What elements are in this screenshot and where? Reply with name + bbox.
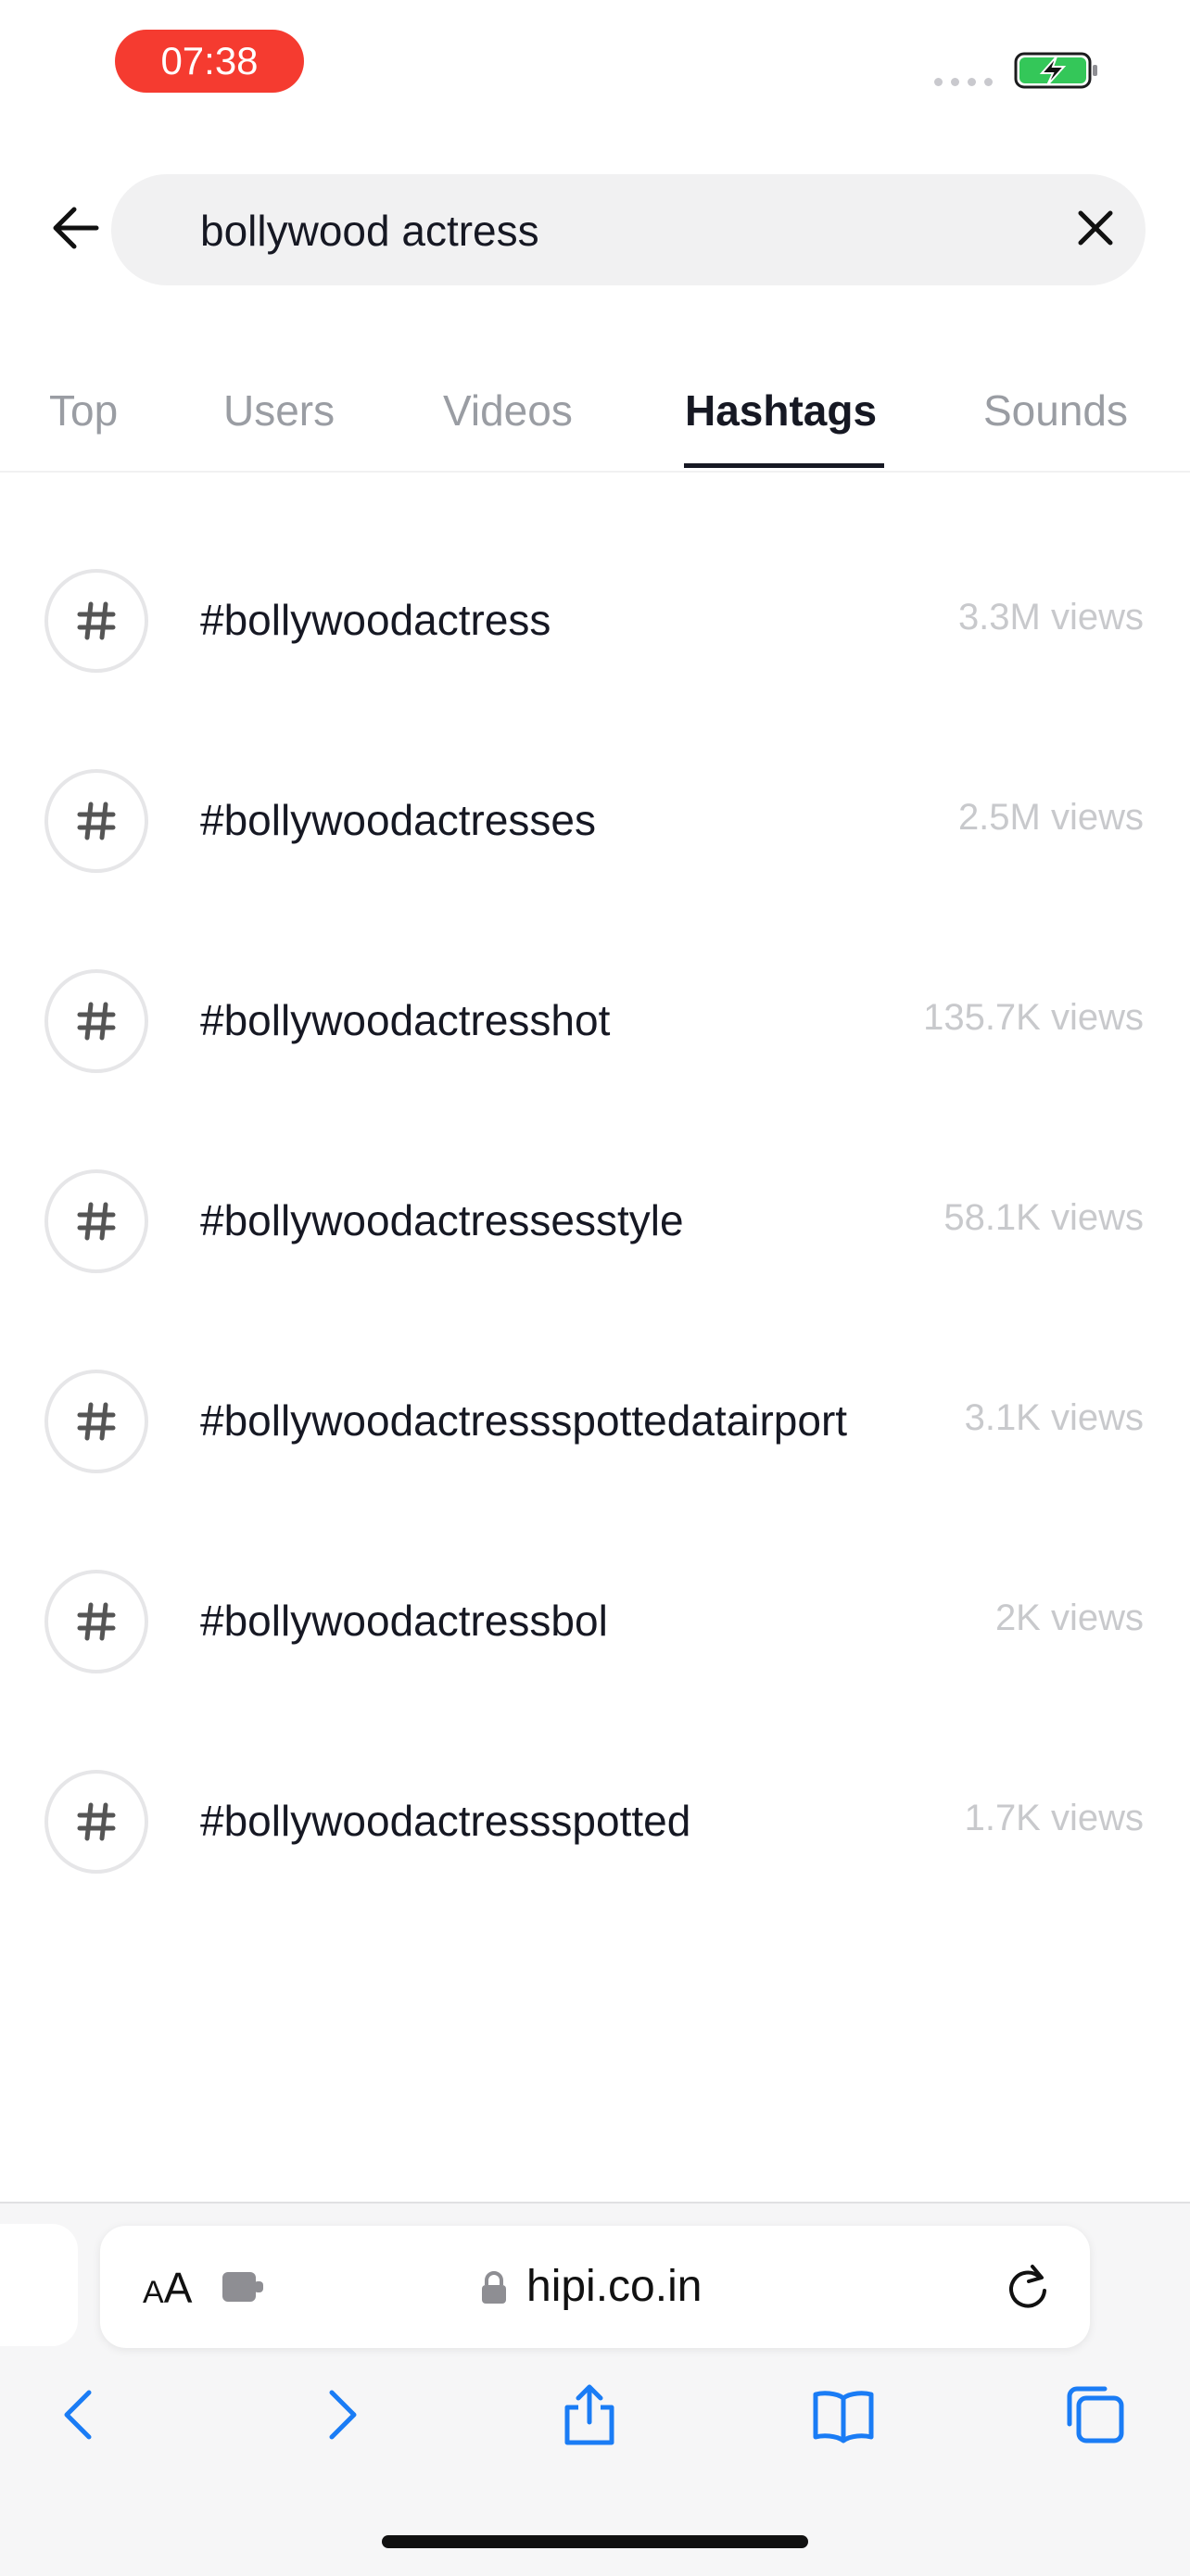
hashtag-name: #bollywoodactresses — [200, 796, 597, 844]
hashtag-name: #bollywoodactressbol — [200, 1597, 608, 1645]
previous-tab-card[interactable] — [0, 2224, 78, 2346]
bookmarks-icon[interactable] — [810, 2381, 877, 2448]
reload-icon[interactable] — [1003, 2259, 1053, 2313]
hashtag-views: 1.7K views — [964, 1798, 1144, 1838]
search-query[interactable]: bollywood actress — [200, 206, 539, 256]
lock-icon — [482, 2271, 506, 2304]
hashtag-row[interactable]: #bollywoodactresshot 135.7K views — [0, 917, 1190, 1118]
hashtag-views: 3.3M views — [957, 597, 1144, 638]
hashtag-name: #bollywoodactresshot — [200, 996, 611, 1044]
tab-hashtags[interactable]: Hashtags — [685, 385, 877, 436]
status-time: 07:38 — [115, 30, 304, 93]
back-arrow-icon[interactable] — [48, 200, 104, 256]
hashtag-row[interactable]: #bollywoodactressspotted 1.7K views — [0, 1718, 1190, 1918]
tabs-icon[interactable] — [1062, 2381, 1129, 2448]
hashtag-icon — [44, 769, 148, 873]
share-icon[interactable] — [556, 2381, 623, 2448]
hashtag-name: #bollywoodactressspotted — [200, 1797, 691, 1845]
hashtag-name: #bollywoodactressesstyle — [200, 1196, 684, 1244]
hashtag-row[interactable]: #bollywoodactresses 2.5M views — [0, 717, 1190, 917]
chevron-right-icon[interactable] — [306, 2381, 373, 2448]
hashtag-views: 3.1K views — [964, 1397, 1144, 1438]
tabs-divider — [0, 471, 1190, 473]
hashtag-views: 2.5M views — [957, 797, 1144, 838]
home-indicator — [382, 2535, 808, 2548]
battery-charging-icon — [1014, 52, 1097, 89]
hashtag-row[interactable]: #bollywoodactress 3.3M views — [0, 517, 1190, 717]
page-settings-button[interactable]: AA — [143, 2263, 192, 2313]
hashtag-views: 2K views — [994, 1597, 1144, 1638]
hashtag-icon — [44, 1570, 148, 1673]
hashtag-icon — [44, 1770, 148, 1874]
hashtag-row[interactable]: #bollywoodactressesstyle 58.1K views — [0, 1118, 1190, 1318]
hashtag-icon — [44, 569, 148, 673]
tab-top[interactable]: Top — [49, 385, 118, 436]
tab-sounds[interactable]: Sounds — [983, 385, 1128, 436]
hashtag-icon — [44, 1370, 148, 1473]
hashtag-row[interactable]: #bollywoodactressbol 2K views — [0, 1518, 1190, 1718]
hashtag-views: 58.1K views — [943, 1197, 1144, 1238]
hashtag-row[interactable]: #bollywoodactressspottedatairport 3.1K v… — [0, 1318, 1190, 1518]
hashtag-views: 135.7K views — [923, 997, 1144, 1038]
active-tab-indicator — [684, 463, 884, 468]
hashtag-name: #bollywoodactressspottedatairport — [200, 1396, 848, 1445]
hashtag-name: #bollywoodactress — [200, 596, 551, 644]
tab-videos[interactable]: Videos — [443, 385, 573, 436]
extension-icon[interactable] — [221, 2268, 269, 2305]
tab-users[interactable]: Users — [223, 385, 335, 436]
cellular-signal-icon — [934, 78, 993, 86]
url-text[interactable]: hipi.co.in — [526, 2261, 702, 2312]
close-icon[interactable] — [1071, 204, 1120, 252]
chevron-left-icon[interactable] — [48, 2381, 115, 2448]
hashtag-icon — [44, 969, 148, 1073]
hashtag-icon — [44, 1169, 148, 1273]
